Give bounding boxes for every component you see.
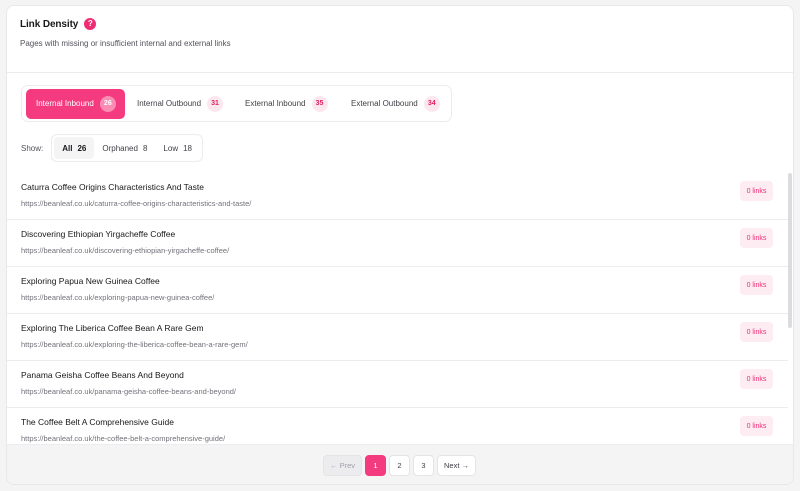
scrollbar-thumb[interactable] [788, 173, 792, 328]
links-count-badge: 0 links [740, 181, 773, 201]
title-row: Link Density ? [20, 18, 97, 30]
tab-count-badge: 35 [311, 95, 328, 112]
tab-external-outbound[interactable]: External Outbound 34 [341, 89, 443, 119]
tab-label: External Inbound [245, 99, 306, 108]
page-title-link[interactable]: The Coffee Belt A Comprehensive Guide [21, 417, 174, 427]
link-type-tabs: Internal Inbound 26 Internal Outbound 31… [21, 85, 452, 122]
pagination-footer: ← Prev 1 2 3 Next → [7, 444, 793, 484]
page-url: https://beanleaf.co.uk/exploring-the-lib… [21, 340, 248, 349]
filter-orphaned[interactable]: Orphaned 8 [94, 137, 155, 159]
filter-count: 26 [77, 143, 87, 153]
page-title-link[interactable]: Exploring Papua New Guinea Coffee [21, 276, 160, 286]
tab-label: Internal Outbound [137, 99, 202, 108]
page-title-link[interactable]: Panama Geisha Coffee Beans And Beyond [21, 370, 184, 380]
links-count-badge: 0 links [740, 322, 773, 342]
tab-count-badge: 26 [99, 95, 116, 112]
tab-external-inbound[interactable]: External Inbound 35 [235, 89, 339, 119]
filter-low[interactable]: Low 18 [155, 137, 200, 159]
page-url: https://beanleaf.co.uk/exploring-papua-n… [21, 293, 215, 302]
next-page-button[interactable]: Next → [437, 455, 476, 476]
tab-internal-inbound[interactable]: Internal Inbound 26 [26, 88, 125, 119]
links-count-badge: 0 links [740, 416, 773, 436]
page-button-1[interactable]: 1 [365, 455, 386, 476]
links-count-badge: 0 links [740, 228, 773, 248]
filter-label: All [62, 143, 73, 153]
filter-label: Low [163, 143, 179, 153]
page-title-link[interactable]: Exploring The Liberica Coffee Bean A Rar… [21, 323, 204, 333]
list-item[interactable]: Exploring Papua New Guinea Coffee https:… [7, 267, 788, 314]
page-url: https://beanleaf.co.uk/caturra-coffee-or… [21, 199, 252, 208]
filter-count: 8 [142, 143, 148, 153]
filter-label: Orphaned [102, 143, 138, 153]
show-filter-row: Show: All 26 Orphaned 8 Low 18 [21, 134, 204, 162]
tab-label: External Outbound [351, 99, 418, 108]
page-title: Link Density [20, 18, 79, 30]
page-url: https://beanleaf.co.uk/discovering-ethio… [21, 246, 230, 255]
page-button-2[interactable]: 2 [389, 455, 410, 476]
filter-all[interactable]: All 26 [54, 137, 95, 159]
page-list: Caturra Coffee Origins Characteristics A… [7, 173, 788, 455]
page-subtitle: Pages with missing or insufficient inter… [20, 39, 231, 48]
link-density-card: Link Density ? Pages with missing or ins… [6, 5, 794, 485]
links-count-badge: 0 links [740, 275, 773, 295]
page-url: https://beanleaf.co.uk/panama-geisha-cof… [21, 387, 237, 396]
list-item[interactable]: Panama Geisha Coffee Beans And Beyond ht… [7, 361, 788, 408]
filter-count: 18 [183, 143, 193, 153]
list-item[interactable]: Discovering Ethiopian Yirgacheffe Coffee… [7, 220, 788, 267]
card-header: Link Density ? Pages with missing or ins… [7, 6, 793, 73]
list-item[interactable]: Caturra Coffee Origins Characteristics A… [7, 173, 788, 220]
page-title-link[interactable]: Discovering Ethiopian Yirgacheffe Coffee [21, 229, 175, 239]
tab-label: Internal Inbound [36, 99, 94, 108]
prev-page-button[interactable]: ← Prev [323, 455, 362, 476]
filter-group: All 26 Orphaned 8 Low 18 [51, 134, 204, 162]
pagination: ← Prev 1 2 3 Next → [323, 455, 479, 476]
tab-count-badge: 34 [423, 95, 440, 112]
list-scrollbar[interactable] [786, 173, 793, 443]
help-icon[interactable]: ? [84, 18, 97, 30]
page-title-link[interactable]: Caturra Coffee Origins Characteristics A… [21, 182, 204, 192]
show-label: Show: [21, 143, 44, 153]
page-button-3[interactable]: 3 [413, 455, 434, 476]
links-count-badge: 0 links [740, 369, 773, 389]
page-url: https://beanleaf.co.uk/the-coffee-belt-a… [21, 434, 226, 443]
list-item[interactable]: Exploring The Liberica Coffee Bean A Rar… [7, 314, 788, 361]
tab-internal-outbound[interactable]: Internal Outbound 31 [127, 89, 233, 119]
tab-count-badge: 31 [207, 95, 224, 112]
